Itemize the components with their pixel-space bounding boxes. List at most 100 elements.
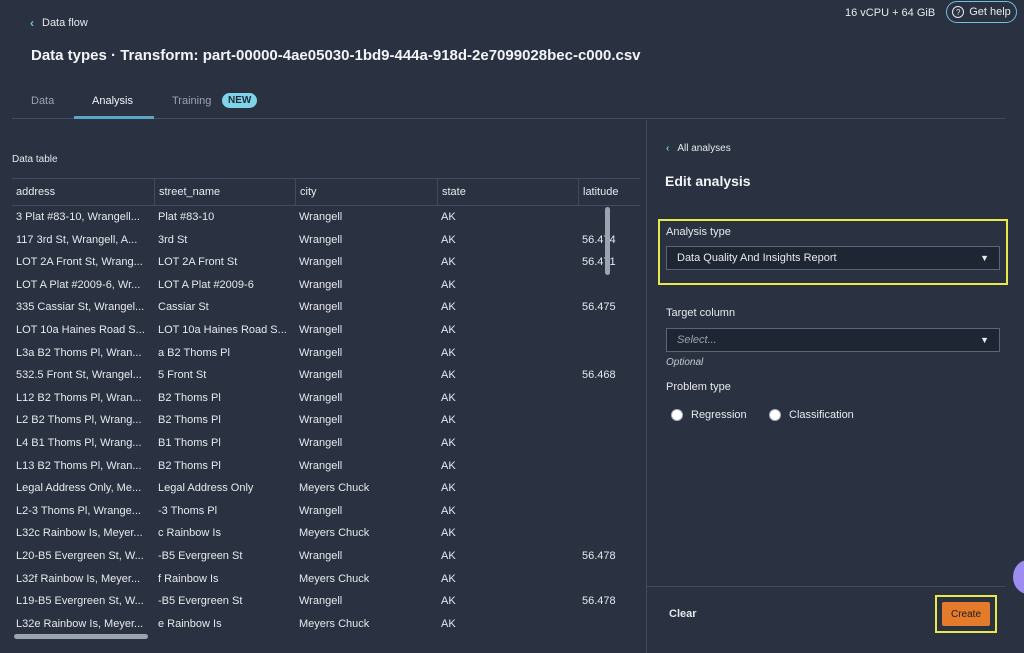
- chevron-left-icon: ‹: [30, 16, 34, 30]
- table-cell-street-name: Cassiar St: [158, 301, 209, 314]
- table-cell-street-name: B2 Thoms Pl: [158, 459, 221, 472]
- table-cell-city: Meyers Chuck: [299, 617, 370, 630]
- table-cell-latitude: [578, 342, 640, 365]
- table-cell-state: AK: [441, 323, 456, 336]
- table-cell-state: AK: [441, 572, 456, 585]
- column-header-city[interactable]: city: [295, 179, 437, 206]
- table-row[interactable]: L32e Rainbow Is, Meyer... e Rainbow Is Mey…: [12, 613, 640, 636]
- table-cell-latitude: [578, 500, 640, 523]
- horizontal-scrollbar[interactable]: [14, 634, 148, 639]
- table-cell-street-name: B2 Thoms Pl: [158, 391, 221, 404]
- panel-divider: [646, 120, 647, 653]
- table-cell-street-name: -3 Thoms Pl: [158, 504, 218, 517]
- table-cell-state: AK: [441, 211, 456, 223]
- clear-button[interactable]: Clear: [669, 608, 697, 620]
- table-cell-city: Meyers Chuck: [299, 527, 370, 540]
- radio-regression[interactable]: Regression: [671, 409, 769, 421]
- table-row[interactable]: L12 B2 Thoms Pl, Wran... B2 Thoms Pl Wrang…: [12, 387, 640, 410]
- table-row[interactable]: L3a B2 Thoms Pl, Wran... a B2 Thoms Pl Wra…: [12, 342, 640, 365]
- table-row[interactable]: LOT 10a Haines Road S... LOT 10a Haines R…: [12, 319, 640, 342]
- analysis-type-value: Data Quality And Insights Report: [677, 252, 837, 264]
- table-cell-address: L20-B5 Evergreen St, W...: [16, 549, 144, 562]
- vertical-scrollbar[interactable]: [605, 207, 610, 275]
- target-column-placeholder: Select...: [677, 334, 717, 346]
- table-row[interactable]: 3 Plat #83-10, Wrangell... Plat #83-10 Wra…: [12, 206, 640, 229]
- table-cell-state: AK: [441, 504, 456, 517]
- analysis-type-label: Analysis type: [666, 226, 731, 238]
- table-cell-city: Wrangell: [299, 369, 343, 382]
- table-cell-city: Wrangell: [299, 459, 343, 472]
- table-row[interactable]: 335 Cassiar St, Wrangel... Cassiar St Wran…: [12, 296, 640, 319]
- radio-circle[interactable]: [769, 409, 781, 421]
- table-row[interactable]: L4 B1 Thoms Pl, Wrang... B1 Thoms Pl Wrang…: [12, 432, 640, 455]
- table-cell-latitude: [578, 522, 640, 545]
- table-row[interactable]: 532.5 Front St, Wrangel... 5 Front St Wran…: [12, 364, 640, 387]
- table-cell-city: Meyers Chuck: [299, 572, 370, 585]
- column-header-latitude[interactable]: latitude: [578, 179, 640, 206]
- table-cell-latitude: [578, 477, 640, 500]
- table-cell-city: Wrangell: [299, 595, 343, 608]
- table-cell-street-name: -B5 Evergreen St: [158, 549, 243, 562]
- table-row[interactable]: LOT A Plat #2009-6, Wr... LOT A Plat #200…: [12, 274, 640, 297]
- table-cell-address: LOT A Plat #2009-6, Wr...: [16, 278, 141, 291]
- table-row[interactable]: LOT 2A Front St, Wrang... LOT 2A Front St…: [12, 251, 640, 274]
- table-cell-city: Meyers Chuck: [299, 482, 370, 495]
- data-table-title: Data table: [12, 154, 58, 165]
- question-icon: ?: [952, 6, 965, 18]
- table-cell-street-name: c Rainbow Is: [158, 527, 221, 540]
- tab-data[interactable]: Data: [31, 95, 54, 107]
- table-cell-city: Wrangell: [299, 278, 343, 291]
- table-cell-state: AK: [441, 459, 456, 472]
- table-cell-address: LOT 10a Haines Road S...: [16, 323, 145, 336]
- table-cell-address: 532.5 Front St, Wrangel...: [16, 369, 142, 382]
- table-row[interactable]: Legal Address Only, Me... Legal Address O…: [12, 477, 640, 500]
- table-row[interactable]: L13 B2 Thoms Pl, Wran... B2 Thoms Pl Wrang…: [12, 455, 640, 478]
- table-cell-latitude: [578, 319, 640, 342]
- table-cell-state: AK: [441, 346, 456, 359]
- optional-hint: Optional: [666, 357, 704, 368]
- column-header-address[interactable]: address: [12, 179, 154, 206]
- caret-down-icon: ▼: [980, 253, 989, 263]
- table-cell-state: AK: [441, 301, 456, 314]
- create-button[interactable]: Create: [942, 602, 990, 626]
- table-row[interactable]: L32f Rainbow Is, Meyer... f Rainbow Is Mey…: [12, 568, 640, 591]
- table-row[interactable]: L2 B2 Thoms Pl, Wrang... B2 Thoms Pl Wrang…: [12, 409, 640, 432]
- table-cell-latitude: 56.478: [582, 549, 616, 562]
- table-row[interactable]: L2-3 Thoms Pl, Wrange... -3 Thoms Pl Wrang…: [12, 500, 640, 523]
- tab-analysis[interactable]: Analysis: [92, 95, 133, 107]
- table-cell-street-name: 3rd St: [158, 233, 188, 246]
- edit-analysis-title: Edit analysis: [665, 173, 751, 189]
- get-help-button[interactable]: ? Get help: [946, 1, 1017, 23]
- table-cell-latitude: [578, 568, 640, 591]
- all-analyses-link[interactable]: ‹ All analyses: [666, 143, 731, 154]
- assistant-fab[interactable]: [1013, 560, 1024, 594]
- table-cell-city: Wrangell: [299, 256, 343, 269]
- radio-classification-label: Classification: [789, 409, 854, 421]
- table-cell-address: L3a B2 Thoms Pl, Wran...: [16, 346, 142, 359]
- radio-classification[interactable]: Classification: [769, 409, 854, 421]
- table-cell-city: Wrangell: [299, 436, 343, 449]
- tab-training[interactable]: Training: [172, 95, 211, 107]
- table-cell-latitude: 56.475: [582, 301, 616, 314]
- table-cell-street-name: B1 Thoms Pl: [158, 436, 221, 449]
- back-to-data-flow-link[interactable]: ‹ Data flow: [30, 16, 88, 30]
- table-cell-latitude: [578, 455, 640, 478]
- table-cell-state: AK: [441, 595, 456, 608]
- target-column-select[interactable]: Select... ▼: [666, 328, 1000, 352]
- table-cell-city: Wrangell: [299, 549, 343, 562]
- table-cell-street-name: Plat #83-10: [158, 211, 215, 223]
- table-row[interactable]: 117 3rd St, Wrangell, A... 3rd St Wrangell…: [12, 229, 640, 252]
- column-header-street-name[interactable]: street_name: [154, 179, 296, 206]
- table-row[interactable]: L20-B5 Evergreen St, W... -B5 Evergreen S…: [12, 545, 640, 568]
- analysis-type-select[interactable]: Data Quality And Insights Report ▼: [666, 246, 1000, 270]
- table-header: address street_name city state latitude: [12, 178, 640, 206]
- table-cell-city: Wrangell: [299, 211, 343, 223]
- back-link-label: Data flow: [42, 17, 88, 29]
- table-cell-street-name: LOT 2A Front St: [158, 256, 238, 269]
- table-row[interactable]: L19-B5 Evergreen St, W... -B5 Evergreen S…: [12, 590, 640, 613]
- table-cell-latitude: [578, 387, 640, 410]
- column-header-state[interactable]: state: [437, 179, 578, 206]
- table-cell-address: Legal Address Only, Me...: [16, 482, 142, 495]
- radio-circle[interactable]: [671, 409, 683, 421]
- table-row[interactable]: L32c Rainbow Is, Meyer... c Rainbow Is Mey…: [12, 522, 640, 545]
